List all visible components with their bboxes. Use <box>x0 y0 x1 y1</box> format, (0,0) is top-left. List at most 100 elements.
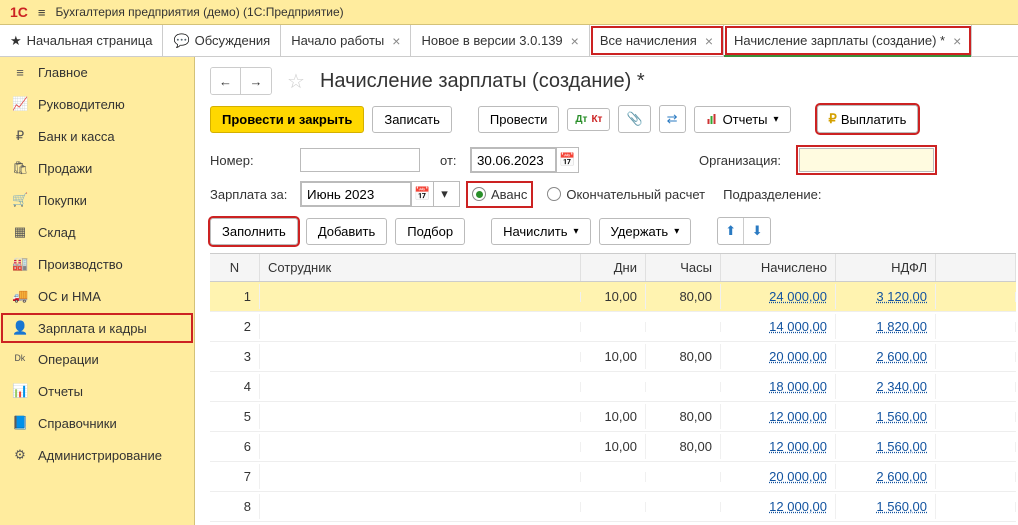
fill-button[interactable]: Заполнить <box>210 218 298 245</box>
favorite-icon[interactable]: ☆ <box>287 69 305 94</box>
save-button[interactable]: Записать <box>372 106 452 133</box>
cell-days[interactable] <box>581 472 646 482</box>
cell-days[interactable]: 10,00 <box>581 404 646 429</box>
cell-tax[interactable]: 3 120,00 <box>836 284 936 309</box>
cell-days[interactable]: 10,00 <box>581 434 646 459</box>
pay-button[interactable]: ₽Выплатить <box>817 105 919 133</box>
table-row[interactable]: 1 10,0080,0024 000,003 120,00 <box>210 282 1016 312</box>
table-row[interactable]: 310,0080,0020 000,002 600,00 <box>210 342 1016 372</box>
cell-hours[interactable]: 80,00 <box>646 344 721 369</box>
cell-employee[interactable] <box>260 322 581 332</box>
period-input[interactable] <box>301 182 411 206</box>
reports-button[interactable]: Отчеты▾ <box>694 106 791 133</box>
cell-accrued[interactable]: 20 000,00 <box>721 464 836 489</box>
cell-employee[interactable] <box>260 292 581 302</box>
sidebar-item[interactable]: ₽Банк и касса <box>0 120 194 152</box>
cell-n[interactable]: 6 <box>210 434 260 459</box>
cell-accrued[interactable]: 18 000,00 <box>721 374 836 399</box>
tab[interactable]: Начало работы× <box>281 25 411 56</box>
date-field[interactable]: 📅 <box>470 147 579 173</box>
table-row[interactable]: 812 000,001 560,00 <box>210 492 1016 522</box>
cell-employee[interactable] <box>260 412 581 422</box>
cell-days[interactable] <box>581 502 646 512</box>
add-button[interactable]: Добавить <box>306 218 387 245</box>
cell-tax[interactable]: 2 600,00 <box>836 344 936 369</box>
attach-button[interactable]: 📎 <box>618 105 650 133</box>
cell-hours[interactable]: 80,00 <box>646 434 721 459</box>
cell-employee[interactable] <box>260 472 581 482</box>
sidebar-item[interactable]: ≡Главное <box>0 57 194 88</box>
cell-tax[interactable]: 1 560,00 <box>836 434 936 459</box>
dtct-button[interactable]: ДтКт <box>567 108 610 131</box>
cell-days[interactable]: 10,00 <box>581 284 646 309</box>
cell-hours[interactable] <box>646 382 721 392</box>
cell-employee[interactable] <box>260 442 581 452</box>
cell-hours[interactable] <box>646 502 721 512</box>
back-button[interactable]: ← <box>211 68 241 94</box>
date-input[interactable] <box>471 148 556 172</box>
cell-days[interactable] <box>581 322 646 332</box>
cell-hours[interactable]: 80,00 <box>646 284 721 309</box>
tab[interactable]: Начисление зарплаты (создание) *× <box>724 25 972 56</box>
table-row[interactable]: 720 000,002 600,00 <box>210 462 1016 492</box>
col-hours[interactable]: Часы <box>646 254 721 281</box>
cell-n[interactable]: 2 <box>210 314 260 339</box>
tab[interactable]: Новое в версии 3.0.139× <box>411 25 589 56</box>
table-row[interactable]: 214 000,001 820,00 <box>210 312 1016 342</box>
period-field[interactable]: 📅 ▾ <box>300 181 460 207</box>
sidebar-item[interactable]: 🏭Производство <box>0 248 194 280</box>
close-icon[interactable]: × <box>571 33 579 49</box>
cell-employee[interactable] <box>260 352 581 362</box>
sidebar-item[interactable]: 📈Руководителю <box>0 88 194 120</box>
advance-radio[interactable]: Аванс <box>470 185 529 204</box>
post-and-close-button[interactable]: Провести и закрыть <box>210 106 364 133</box>
cell-hours[interactable] <box>646 472 721 482</box>
close-icon[interactable]: × <box>953 33 961 49</box>
sidebar-item[interactable]: 📘Справочники <box>0 407 194 439</box>
close-icon[interactable]: × <box>392 33 400 49</box>
cell-n[interactable]: 8 <box>210 494 260 519</box>
sidebar-item[interactable]: ▦Склад <box>0 216 194 248</box>
sidebar-item[interactable]: 🚚ОС и НМА <box>0 280 194 312</box>
col-days[interactable]: Дни <box>581 254 646 281</box>
tab[interactable]: 💬Обсуждения <box>163 25 281 56</box>
move-down-button[interactable]: ⬇ <box>744 218 770 244</box>
pick-button[interactable]: Подбор <box>395 218 465 245</box>
cell-days[interactable] <box>581 382 646 392</box>
sidebar-item[interactable]: ᴰᵏОперации <box>0 344 194 375</box>
cell-tax[interactable]: 2 340,00 <box>836 374 936 399</box>
forward-button[interactable]: → <box>241 68 271 94</box>
tab[interactable]: Все начисления× <box>590 25 724 56</box>
cell-tax[interactable]: 1 560,00 <box>836 404 936 429</box>
calendar-icon[interactable]: 📅 <box>556 148 578 172</box>
cell-employee[interactable] <box>260 382 581 392</box>
col-employee[interactable]: Сотрудник <box>260 254 581 281</box>
cell-n[interactable]: 1 <box>210 284 260 309</box>
org-input[interactable] <box>799 148 934 172</box>
menu-icon[interactable]: ≡ <box>38 5 46 20</box>
period-calendar-icon[interactable]: 📅 <box>411 182 433 206</box>
cell-accrued[interactable]: 12 000,00 <box>721 404 836 429</box>
table-row[interactable]: 4 18 000,002 340,00 <box>210 372 1016 402</box>
close-icon[interactable]: × <box>705 33 713 49</box>
cell-tax[interactable]: 2 600,00 <box>836 464 936 489</box>
accrue-button[interactable]: Начислить▾ <box>491 218 590 245</box>
table-row[interactable]: 610,0080,0012 000,001 560,00 <box>210 432 1016 462</box>
col-accrued[interactable]: Начислено <box>721 254 836 281</box>
sidebar-item[interactable]: 🛒Покупки <box>0 184 194 216</box>
cell-n[interactable]: 4 <box>210 374 260 399</box>
related-button[interactable]: ⇄ <box>659 105 686 133</box>
table-row[interactable]: 510,0080,0012 000,001 560,00 <box>210 402 1016 432</box>
cell-hours[interactable] <box>646 322 721 332</box>
cell-tax[interactable]: 1 820,00 <box>836 314 936 339</box>
tab[interactable]: ★Начальная страница <box>0 25 163 56</box>
cell-hours[interactable]: 80,00 <box>646 404 721 429</box>
period-dropdown-icon[interactable]: ▾ <box>433 182 455 206</box>
sidebar-item[interactable]: 🛍Продажи <box>0 152 194 184</box>
cell-accrued[interactable]: 24 000,00 <box>721 284 836 309</box>
post-button[interactable]: Провести <box>478 106 560 133</box>
move-up-button[interactable]: ⬆ <box>718 218 744 244</box>
col-tax[interactable]: НДФЛ <box>836 254 936 281</box>
cell-n[interactable]: 3 <box>210 344 260 369</box>
sidebar-item[interactable]: ⚙Администрирование <box>0 439 194 471</box>
